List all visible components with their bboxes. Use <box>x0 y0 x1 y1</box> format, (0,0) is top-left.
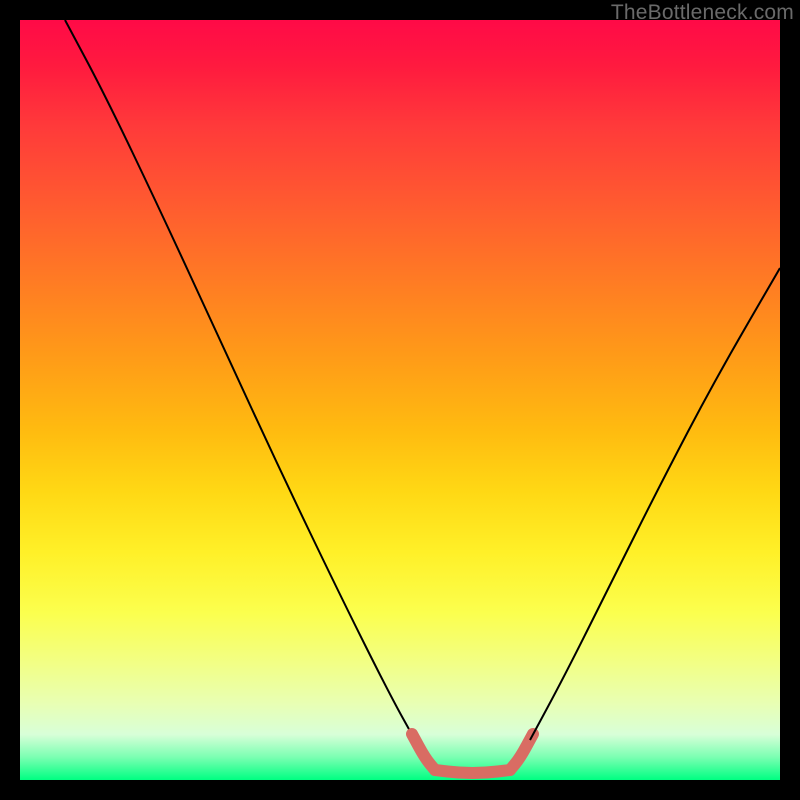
curve-layer <box>20 20 780 780</box>
series-bottom-thick-segment <box>435 770 510 773</box>
series-right-curve <box>530 268 780 740</box>
plot-area <box>20 20 780 780</box>
chart-frame: TheBottleneck.com <box>0 0 800 800</box>
series-left-curve <box>65 20 415 740</box>
series-left-thick-segment <box>412 734 435 770</box>
